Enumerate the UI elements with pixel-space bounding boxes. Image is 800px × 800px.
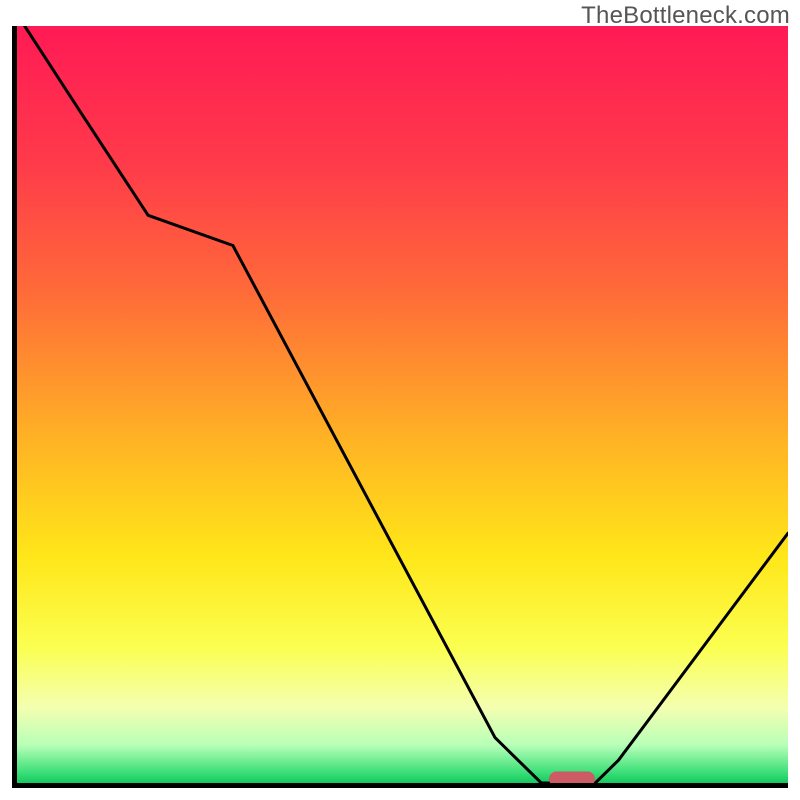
curve-layer bbox=[17, 26, 788, 783]
plot-area bbox=[12, 26, 788, 788]
bottleneck-curve bbox=[25, 26, 788, 783]
chart-stage: TheBottleneck.com bbox=[0, 0, 800, 800]
trough-marker bbox=[549, 772, 595, 787]
watermark-text: TheBottleneck.com bbox=[581, 2, 790, 30]
